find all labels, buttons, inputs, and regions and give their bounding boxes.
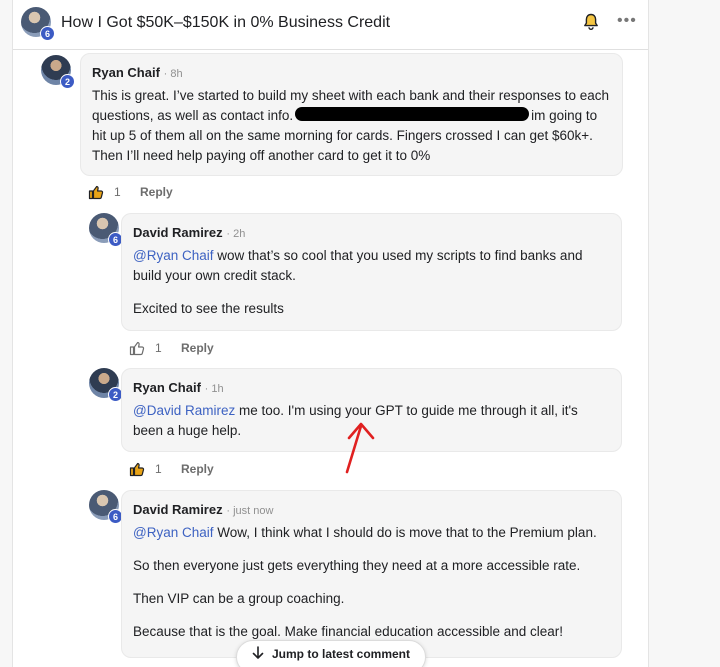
user-mention-link[interactable]: @Ryan Chaif [133, 525, 214, 540]
like-count: 1 [155, 462, 162, 476]
thumbs-up-icon[interactable] [129, 461, 145, 477]
redaction-mark [295, 107, 530, 121]
comment-author[interactable]: Ryan Chaif [133, 380, 201, 395]
comment-text: So then everyone just gets everything th… [133, 558, 581, 573]
reply-button[interactable]: Reply [181, 341, 214, 355]
user-mention-link[interactable]: @Ryan Chaif [133, 248, 214, 263]
reply-button[interactable]: Reply [181, 462, 214, 476]
post-title: How I Got $50K–$150K in 0% Business Cred… [61, 14, 391, 31]
comment-actions: 1 Reply [129, 340, 214, 356]
comment-bubble: David Ramirez · 2h @Ryan Chaif wow that’… [121, 213, 622, 331]
thumbs-up-icon[interactable] [129, 340, 145, 356]
comment-text: Because that is the goal. Make financial… [133, 624, 564, 639]
thumbs-up-icon[interactable] [88, 184, 104, 200]
comment-actions: 1 Reply [129, 461, 214, 477]
comment-bubble: Ryan Chaif · 8h This is great. I’ve star… [80, 53, 623, 176]
more-horizontal-icon[interactable]: ••• [617, 12, 637, 30]
comment-text-part: Wow, I think what I should do is move th… [217, 525, 597, 540]
like-count: 1 [114, 185, 121, 199]
comment-author[interactable]: Ryan Chaif [92, 65, 160, 80]
comment-time: · just now [226, 505, 274, 517]
jump-to-latest-button[interactable]: Jump to latest comment [236, 640, 426, 667]
like-count: 1 [155, 341, 162, 355]
bell-icon[interactable] [583, 13, 599, 36]
jump-label: Jump to latest comment [271, 647, 411, 661]
post-header: 6 How I Got $50K–$150K in 0% Business Cr… [13, 0, 648, 50]
comment-text: Then VIP can be a group coaching. [133, 591, 345, 606]
post-author-avatar[interactable]: 6 [21, 7, 55, 41]
comment-bubble: David Ramirez · just now @Ryan Chaif Wow… [121, 490, 622, 658]
comments-panel: 6 How I Got $50K–$150K in 0% Business Cr… [12, 0, 649, 667]
comment-text: This is great. I’ve started to build my … [92, 86, 611, 166]
avatar[interactable]: 2 [41, 55, 75, 89]
level-badge: 2 [60, 74, 75, 89]
comment-actions: 1 Reply [88, 184, 173, 200]
level-badge: 6 [40, 26, 55, 41]
comment-author[interactable]: David Ramirez [133, 225, 223, 240]
avatar[interactable]: 6 [89, 490, 123, 524]
avatar[interactable]: 2 [89, 368, 123, 402]
comment-text: Excited to see the results [133, 301, 284, 316]
user-mention-link[interactable]: @David Ramirez [133, 403, 235, 418]
comment-time: · 2h [226, 228, 246, 240]
arrow-down-icon [252, 645, 264, 663]
reply-button[interactable]: Reply [140, 185, 173, 199]
red-arrow-annotation [345, 422, 375, 474]
comment-time: · 1h [204, 383, 224, 395]
avatar[interactable]: 6 [89, 213, 123, 247]
comment-text: @Ryan Chaif wow that’s so cool that you … [133, 246, 610, 286]
comment-time: · 8h [163, 68, 183, 80]
comment-author[interactable]: David Ramirez [133, 502, 223, 517]
comment-text: @Ryan Chaif Wow, I think what I should d… [133, 523, 610, 543]
